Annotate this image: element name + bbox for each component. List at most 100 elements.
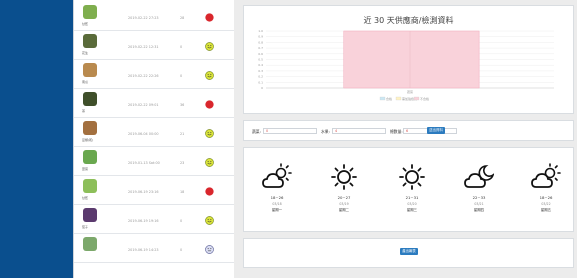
report-button[interactable]: 產出報表 [400,248,418,255]
list-item[interactable]: 茶 2019-02-22 09:01 36 [74,87,235,118]
product-thumbnail [83,92,97,106]
y-tick-label: 0.3 [258,69,263,73]
list-item[interactable]: 2019-06-19 14:23 0 [74,232,235,263]
pass-smiley-icon [205,42,214,51]
inspection-list: 甘藍 2019-02-22 27:23 28 花生 2019-02-22 12:31 0 南… [73,0,235,278]
cloud-sun-icon [262,163,292,188]
y-tick-label: 0.4 [258,63,263,67]
vegetable-label: 蔬菜: [252,129,261,134]
product-name: 花生 [82,51,89,55]
legend-swatch [395,96,402,101]
product-name: 甘藍 [82,196,89,200]
temperature-range: 18~26 [539,195,553,200]
temperature-range: 22~33 [472,195,486,200]
forecast-weekday: 星期五 [540,208,552,212]
temperature-range: 18~26 [270,195,284,200]
y-tick-label: 0 [261,86,263,90]
product-name: 葉菜 [82,167,89,171]
list-item[interactable]: 甘藍 2019-06-19 23:16 18 [74,174,235,205]
forecast-weekday: 星期四 [473,208,485,212]
fail-status-icon [205,100,214,109]
bar-chart: 1.00.90.80.70.60.50.40.30.20.10蔬菜合格 需加強檢測… [258,29,554,101]
product-thumbnail [83,34,97,48]
legend-swatch [379,96,386,101]
inspection-time: 2019-02-22 22:26 [128,74,159,78]
inspection-time: 2019-06-04 00:00 [128,132,159,136]
vegetable-input[interactable]: 0 [263,128,317,134]
inspection-time: 2019-06-19 19:16 [128,219,159,223]
product-thumbnail [83,5,97,19]
pass-smiley-icon [205,71,214,80]
submit-button[interactable]: 送出資料 [427,127,445,134]
chart-card: 近 30 天供應商/檢測資料 1.0 0.9 0.8 0.7 0.6 0.5 0.4 0.3 0… [243,5,574,114]
product-thumbnail [83,121,97,135]
y-tick-label: 0.9 [258,35,263,39]
total-label: 總數量: [390,129,403,134]
pass-smiley-icon [205,216,214,225]
forecast-weekday: 星期一 [271,208,283,212]
forecast-date: 03/21 [474,202,484,206]
forecast-date: 03/19 [339,202,349,206]
fruit-input[interactable]: 4 [332,128,386,134]
list-item[interactable]: 花生 2019-02-22 12:31 0 [74,29,235,60]
inspection-time: 2019-01-13 Sat:00 [128,161,160,165]
weather-day: 21~31 03/20 星期三 [387,162,437,212]
product-thumbnail [83,237,97,251]
legend-swatch [413,96,420,101]
inspection-value: 0 [180,219,183,223]
forecast-date: 03/20 [407,202,417,206]
product-name: 茄子 [82,225,89,229]
inspection-value: 36 [180,103,185,107]
bar-2 [343,30,480,89]
y-tick-label: 0.6 [258,52,263,56]
fruit-label: 水果: [321,129,330,134]
weather-day: 22~33 03/21 星期四 [454,162,504,212]
product-name: 茶 [82,109,86,113]
y-tick-label: 0.5 [258,58,263,62]
pass-smiley-icon [205,129,214,138]
sun-icon [399,164,425,190]
inspection-value: 0 [180,45,183,49]
weather-day: 20~27 03/19 星期二 [319,162,369,212]
forecast-weekday: 星期三 [406,208,418,212]
inspection-time: 2019-06-19 14:23 [128,248,159,252]
list-item[interactable]: 茄子 2019-06-19 19:16 0 [74,203,235,234]
inspection-value: 21 [180,132,185,136]
inspection-time: 2019-02-22 12:31 [128,45,159,49]
list-item[interactable]: 豆類(乾) 2019-06-04 00:00 21 [74,116,235,147]
list-item[interactable]: 甘藍 2019-02-22 27:23 28 [74,0,235,31]
inspection-value: 0 [180,248,183,252]
fail-status-icon [205,13,214,22]
legend-label: 合格 [386,96,392,101]
product-thumbnail [83,150,97,164]
product-thumbnail [83,208,97,222]
weather-day: 18~26 03/22 星期五 [521,162,571,212]
legend-label: 不合格 [420,96,429,101]
forecast-date: 03/18 [272,202,282,206]
sun-icon [331,164,357,190]
temperature-range: 21~31 [405,195,419,200]
list-item[interactable]: 南瓜 2019-02-22 22:26 0 [74,58,235,89]
product-name: 甘藍 [82,22,89,26]
fail-status-icon [205,187,214,196]
product-name: 南瓜 [82,80,89,84]
forecast-date: 03/22 [541,202,551,206]
weather-day: 18~26 03/18 星期一 [252,162,302,212]
cloud-moon-icon [464,165,494,188]
product-thumbnail [83,63,97,77]
y-tick-label: 1.0 [258,29,263,33]
input-form-card: 蔬菜: 0 水果: 4 總數量: 6 送出資料 [243,120,574,141]
inspection-time: 2019-06-19 23:16 [128,190,159,194]
weather-card: 18~26 03/18 星期一 20~27 03/19 星期二 21~31 03/20 星期三 2… [243,147,574,232]
list-item[interactable]: 葉菜 2019-01-13 Sat:00 23 [74,145,235,176]
y-tick-label: 0.8 [258,40,263,44]
y-tick-label: 0.1 [258,80,263,84]
y-tick-label: 0.7 [258,46,263,50]
temperature-range: 20~27 [337,195,351,200]
product-thumbnail [83,179,97,193]
inspection-time: 2019-02-22 27:23 [128,16,159,20]
inspection-value: 18 [180,190,185,194]
report-card: 產出報表 [243,238,574,268]
inspection-time: 2019-02-22 09:01 [128,103,159,107]
product-name: 豆類(乾) [82,138,94,142]
